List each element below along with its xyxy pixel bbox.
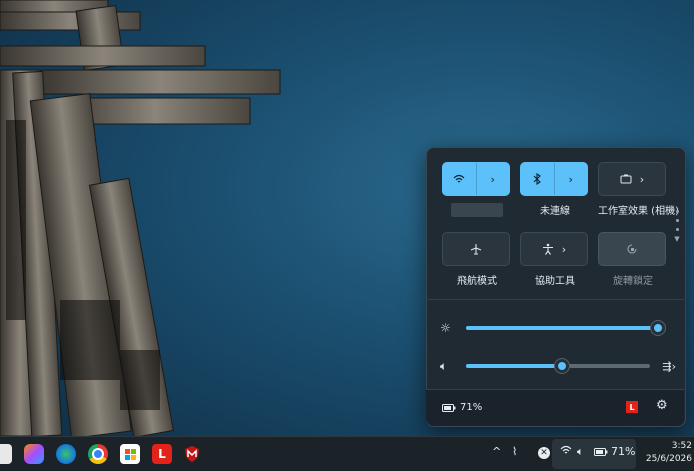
bluetooth-expand-button[interactable]: › (553, 163, 588, 195)
battery-tray: 71% (594, 445, 635, 458)
clock-date: 25/6/2026 (645, 454, 692, 464)
battery-percent: 71% (460, 402, 483, 413)
lenovo-icon[interactable]: L (152, 444, 172, 464)
page-dot (675, 228, 679, 231)
file-explorer-icon[interactable] (0, 444, 12, 464)
battery-icon (442, 403, 456, 412)
wifi-icon (453, 174, 465, 183)
rotation-lock-label: 旋轉鎖定 (613, 276, 653, 287)
airplane-mode-label: 飛航模式 (457, 276, 497, 287)
page-down-icon: ▼ (674, 235, 680, 243)
section-divider (426, 299, 686, 300)
copilot-icon[interactable] (24, 444, 44, 464)
taskbar: L ^ ⌇ ✕ 🔈︎ 71% 3:52 25/6/2026 (0, 436, 694, 471)
store-icon[interactable] (120, 444, 140, 464)
chevron-right-icon: › (561, 242, 567, 256)
airplane-tile-group: 飛航模式 (442, 232, 512, 287)
mcafee-icon[interactable] (182, 444, 202, 464)
battery-icon (594, 447, 608, 456)
accessibility-label: 協助工具 (535, 276, 575, 287)
close-circle-icon[interactable]: ✕ (538, 447, 550, 459)
studio-effects-tile-group: › 工作室效果 (相機) (598, 162, 679, 217)
wifi-tile[interactable]: › (442, 162, 510, 196)
speaker-icon[interactable]: 🔈︎ (440, 359, 458, 374)
network-tray-icon[interactable]: ⌇ (512, 445, 517, 458)
lenovo-vantage-icon[interactable]: L (626, 401, 638, 413)
accessibility-icon (542, 243, 553, 255)
clock-time: 3:52 (671, 441, 692, 451)
page-indicator[interactable]: ▼ (674, 210, 680, 243)
rotation-lock-icon (627, 244, 637, 254)
wifi-expand-button[interactable]: › (475, 163, 510, 195)
accessibility-tile-group: › 協助工具 (520, 232, 590, 287)
brightness-icon: ☼ (440, 321, 451, 335)
wallpaper-dock (0, 0, 281, 436)
bluetooth-label: 未連線 (540, 206, 570, 217)
rotation-lock-tile[interactable] (598, 232, 666, 266)
volume-slider[interactable] (466, 359, 650, 373)
camera-effects-icon (620, 174, 632, 184)
wifi-tile-group: › (442, 162, 512, 217)
bluetooth-tile[interactable]: › (520, 162, 588, 196)
wifi-toggle[interactable] (443, 163, 476, 195)
volume-slider-row: 🔈︎ ⇶› (440, 356, 676, 376)
bluetooth-tile-group: › 未連線 (520, 162, 590, 217)
brightness-knob[interactable] (651, 321, 666, 335)
audio-mixer-icon: ⇶ (662, 359, 672, 373)
chrome-icon[interactable] (88, 444, 108, 464)
brightness-slider-row: ☼ (440, 318, 676, 338)
battery-percent: 71% (611, 445, 636, 458)
accessibility-tile[interactable]: › (520, 232, 588, 266)
airplane-icon (470, 244, 482, 255)
bluetooth-toggle[interactable] (521, 163, 554, 195)
chevron-right-icon: › (568, 172, 573, 186)
quick-settings-footer: 71% L ⚙ (426, 389, 684, 426)
audio-output-button[interactable]: ⇶› (650, 360, 676, 373)
edge-icon[interactable] (56, 444, 76, 464)
page-dot (675, 210, 679, 213)
brightness-fill (466, 326, 659, 330)
volume-knob[interactable] (554, 359, 569, 373)
page-dot (675, 219, 679, 222)
bluetooth-icon (533, 173, 542, 185)
chevron-right-icon: › (639, 172, 645, 186)
brightness-slider[interactable] (466, 321, 666, 335)
studio-effects-tile[interactable]: › (598, 162, 666, 196)
wifi-network-name-redacted (451, 203, 503, 217)
volume-fill (466, 364, 562, 368)
studio-effects-label: 工作室效果 (相機) (598, 206, 679, 217)
wifi-tray-icon (560, 445, 572, 458)
airplane-mode-tile[interactable] (442, 232, 510, 266)
battery-status[interactable]: 71% (442, 402, 482, 413)
chevron-right-icon: › (490, 172, 495, 186)
rotation-lock-tile-group: 旋轉鎖定 (598, 232, 668, 287)
clock[interactable]: 3:52 25/6/2026 (640, 440, 692, 466)
settings-gear-icon[interactable]: ⚙ (656, 398, 668, 413)
show-hidden-icons-chevron[interactable]: ^ (492, 445, 501, 458)
volume-tray-icon: 🔈︎ (577, 445, 584, 458)
